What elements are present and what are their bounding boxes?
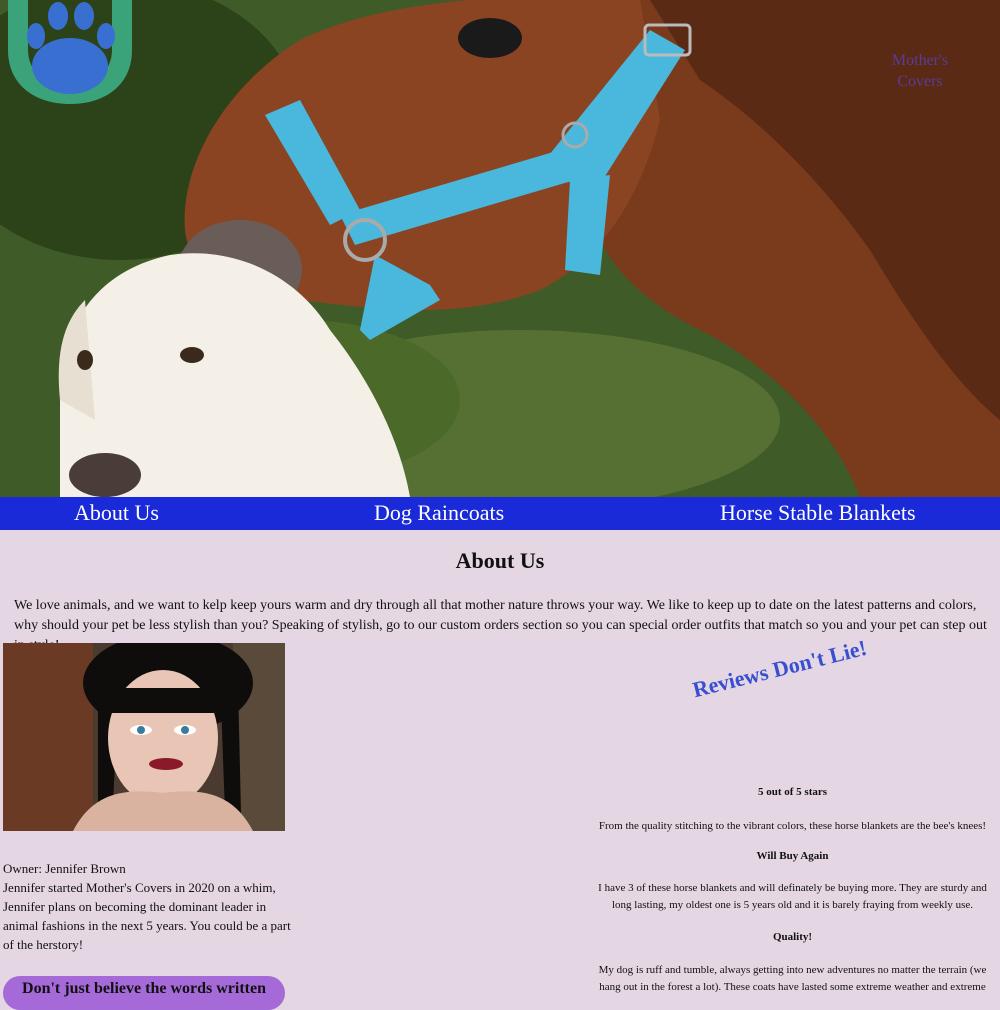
- nav-about-us[interactable]: About Us: [74, 499, 159, 527]
- owner-bio: Jennifer started Mother's Covers in 2020…: [3, 880, 291, 952]
- logo-line-1: Mother's: [891, 52, 949, 69]
- owner-photo-illustration: [3, 643, 285, 831]
- owner-info: Owner: Jennifer Brown Jennifer started M…: [3, 859, 293, 954]
- hero-image: Mother's Covers: [0, 0, 1000, 497]
- review-body: From the quality stitching to the vibran…: [598, 820, 987, 832]
- owner-portrait: [3, 643, 285, 831]
- logo-line-2: Covers: [897, 73, 943, 90]
- nav-horse-stable-blankets[interactable]: Horse Stable Blankets: [720, 499, 916, 527]
- page-title: About Us: [455, 548, 545, 573]
- main-nav: About Us Dog Raincoats Horse Stable Blan…: [0, 497, 1000, 530]
- review-body: My dog is ruff and tumble, always gettin…: [598, 964, 987, 993]
- logo-text: Mother's Covers: [872, 50, 968, 92]
- hero-illustration: [0, 0, 1000, 497]
- logo-horseshoe-icon: [8, 0, 132, 104]
- review-title: Quality!: [772, 931, 813, 943]
- testimonials-button[interactable]: Don't just believe the words written: [3, 976, 285, 1010]
- review-body: I have 3 of these horse blankets and wil…: [598, 882, 987, 911]
- owner-name: Owner: Jennifer Brown: [3, 861, 126, 876]
- review-title: Will Buy Again: [756, 850, 829, 862]
- nav-dog-raincoats[interactable]: Dog Raincoats: [374, 499, 504, 527]
- review-title: 5 out of 5 stars: [757, 786, 828, 798]
